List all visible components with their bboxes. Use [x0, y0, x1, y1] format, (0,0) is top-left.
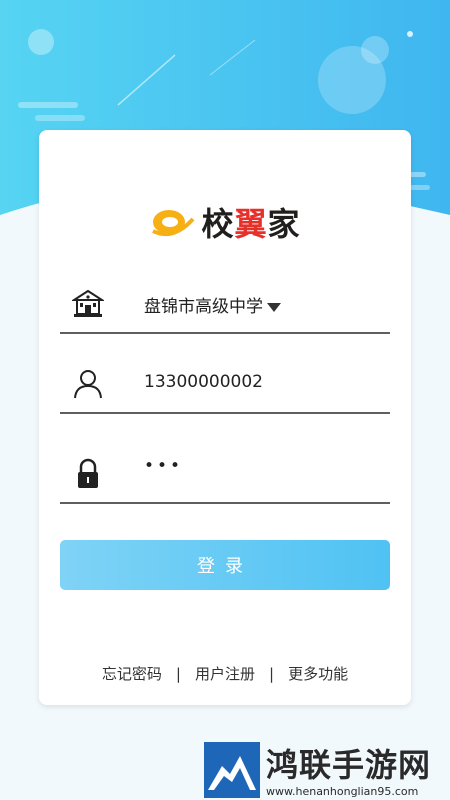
- register-link[interactable]: 用户注册: [195, 663, 255, 684]
- logo-swoosh-icon: [152, 210, 195, 236]
- forgot-password-link[interactable]: 忘记密码: [102, 663, 162, 684]
- watermark-logo-icon: [204, 742, 260, 798]
- link-separator: |: [175, 664, 181, 683]
- username-value: 13300000002: [144, 372, 263, 392]
- username-field[interactable]: 13300000002: [60, 356, 390, 414]
- more-features-link[interactable]: 更多功能: [288, 663, 348, 684]
- dropdown-caret-icon: [267, 302, 281, 312]
- app-logo: 校翼家: [39, 192, 411, 252]
- watermark-title: 鸿联手游网: [266, 746, 432, 784]
- footer-links: 忘记密码 | 用户注册 | 更多功能: [39, 663, 411, 684]
- user-icon: [74, 370, 102, 399]
- password-value: •••: [144, 456, 184, 476]
- school-building-icon: [72, 289, 104, 317]
- brand-name: 校翼家: [201, 205, 301, 243]
- school-value: 盘锦市高级中学: [144, 292, 281, 317]
- watermark: 鸿联手游网 www.henanhonglian95.com: [204, 740, 450, 800]
- login-button[interactable]: 登录: [60, 540, 390, 590]
- password-field[interactable]: •••: [60, 446, 390, 504]
- school-selector[interactable]: 盘锦市高级中学: [60, 276, 390, 334]
- watermark-url: www.henanhonglian95.com: [266, 785, 419, 798]
- link-separator: |: [269, 664, 275, 683]
- lock-icon: [78, 458, 98, 488]
- login-card: 校翼家 盘锦市高级中学 13300000002 ••• 登录 忘记密码 | 用户…: [39, 130, 411, 705]
